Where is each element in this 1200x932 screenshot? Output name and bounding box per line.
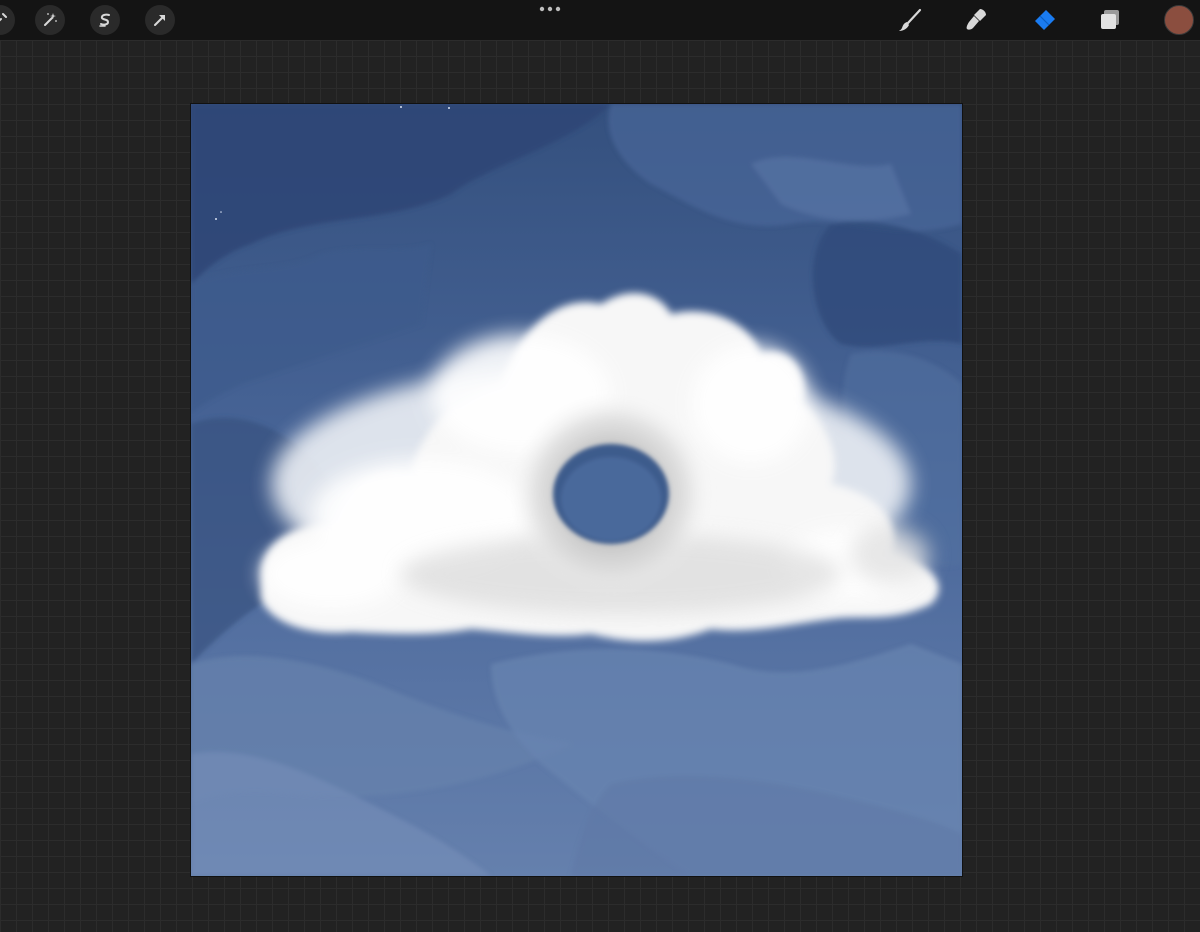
drawing-canvas[interactable] <box>191 104 962 876</box>
cloud-hole <box>553 444 669 544</box>
arrow-cursor-icon <box>154 15 165 26</box>
smudge-icon <box>966 9 986 30</box>
eraser-tool-button[interactable] <box>1027 3 1061 37</box>
ellipsis-icon <box>539 6 561 12</box>
eraser-icon <box>1035 10 1055 30</box>
transform-button[interactable] <box>145 5 175 35</box>
brush-icon <box>899 8 922 31</box>
actions-button[interactable] <box>0 5 15 35</box>
more-options-button[interactable] <box>530 0 570 18</box>
selection-button[interactable] <box>90 5 120 35</box>
selection-s-icon <box>99 13 110 27</box>
layers-icon <box>1101 10 1119 29</box>
color-picker-swatch[interactable] <box>1164 5 1194 35</box>
top-toolbar <box>0 0 1200 40</box>
layers-button[interactable] <box>1093 3 1127 37</box>
adjustments-button[interactable] <box>35 5 65 35</box>
procreate-window <box>0 0 1200 932</box>
brush-tool-button[interactable] <box>893 3 927 37</box>
magic-wand-icon <box>44 13 57 26</box>
smudge-tool-button[interactable] <box>960 3 994 37</box>
wrench-icon <box>0 13 7 22</box>
cloud-painting <box>191 104 962 876</box>
